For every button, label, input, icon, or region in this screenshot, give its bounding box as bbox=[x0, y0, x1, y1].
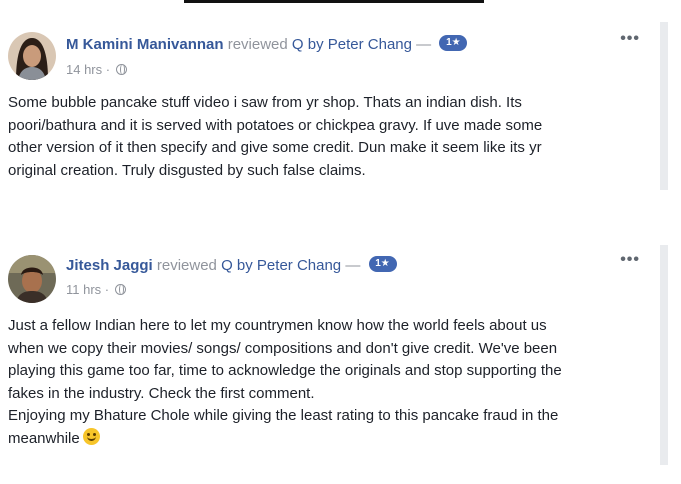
review-verb: reviewed bbox=[156, 257, 217, 274]
meta-separator: · bbox=[105, 62, 111, 77]
post-meta: 11 hrs · bbox=[66, 282, 126, 297]
review-text: Just a fellow Indian here to let my coun… bbox=[8, 315, 648, 450]
review-line: other version of it then specify and giv… bbox=[8, 139, 542, 156]
review-line: Enjoying my Bhature Chole while giving t… bbox=[8, 407, 559, 424]
author-name-link[interactable]: Jitesh Jaggi bbox=[66, 257, 153, 274]
review-card: M Kamini Manivannan reviewed Q by Peter … bbox=[0, 22, 668, 190]
dash: — bbox=[345, 257, 361, 274]
review-line-last: meanwhile bbox=[8, 428, 648, 451]
review-line: original creation. Truly disgusted by su… bbox=[8, 161, 366, 179]
review-header: Jitesh Jaggi reviewed Q by Peter Chang —… bbox=[66, 256, 397, 275]
card-edge bbox=[660, 245, 668, 465]
review-text: Some bubble pancake stuff video i saw fr… bbox=[8, 92, 648, 182]
review-line: when we copy their movies/ songs/ compos… bbox=[8, 339, 558, 357]
author-name-link[interactable]: M Kamini Manivannan bbox=[66, 36, 224, 53]
more-options-icon[interactable]: ••• bbox=[620, 252, 640, 268]
review-header: M Kamini Manivannan reviewed Q by Peter … bbox=[66, 35, 468, 54]
dash: — bbox=[416, 36, 432, 53]
review-line: meanwhile bbox=[8, 429, 80, 447]
meta-separator: · bbox=[104, 282, 110, 297]
smiley-emoji-icon bbox=[82, 428, 100, 446]
review-line: Some bubble pancake stuff video i saw fr… bbox=[8, 94, 522, 111]
avatar[interactable] bbox=[8, 255, 56, 303]
page-name-link[interactable]: Q by Peter Chang bbox=[292, 36, 412, 53]
timestamp-link[interactable]: 14 hrs bbox=[66, 62, 102, 77]
more-options-icon[interactable]: ••• bbox=[620, 31, 640, 47]
review-card: Jitesh Jaggi reviewed Q by Peter Chang —… bbox=[0, 245, 668, 465]
post-meta: 14 hrs · bbox=[66, 62, 127, 77]
top-divider bbox=[184, 0, 484, 3]
review-line: playing this game too far, time to ackno… bbox=[8, 362, 562, 379]
rating-badge: 1★ bbox=[439, 35, 468, 52]
review-line: poori/bathura and it is served with pota… bbox=[8, 116, 543, 134]
card-edge bbox=[660, 22, 668, 190]
review-line: fakes in the industry. Check the first c… bbox=[8, 384, 315, 402]
timestamp-link[interactable]: 11 hrs bbox=[66, 282, 101, 297]
review-verb: reviewed bbox=[227, 36, 288, 53]
review-line: Just a fellow Indian here to let my coun… bbox=[8, 317, 547, 334]
globe-icon[interactable] bbox=[114, 284, 126, 296]
avatar[interactable] bbox=[8, 32, 56, 80]
page-name-link[interactable]: Q by Peter Chang bbox=[221, 257, 341, 274]
globe-icon[interactable] bbox=[115, 64, 127, 76]
rating-badge: 1★ bbox=[368, 256, 397, 273]
